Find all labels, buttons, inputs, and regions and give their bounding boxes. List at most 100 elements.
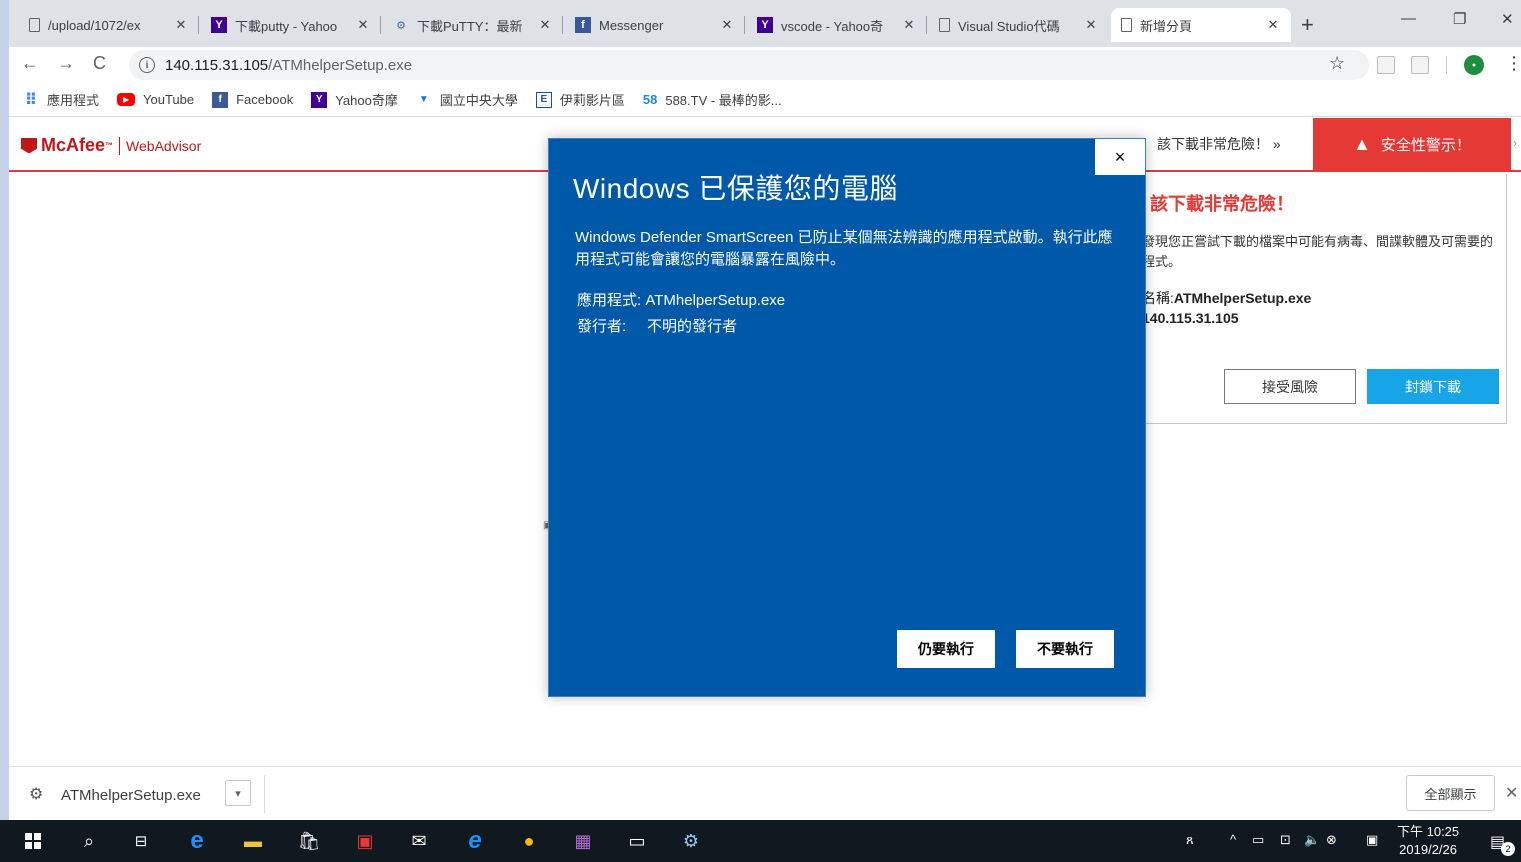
run-anyway-button[interactable]: 仍要執行 bbox=[897, 630, 995, 668]
pdf-extension-icon[interactable] bbox=[1411, 56, 1429, 74]
panel-title: 該下載非常危險！ bbox=[1150, 194, 1294, 215]
bookmark-ncu[interactable]: ▼ 國立中央大學 bbox=[416, 90, 518, 109]
apps-grid-icon: ⠿ bbox=[24, 91, 38, 109]
bookmark-iri[interactable]: E 伊莉影片區 bbox=[535, 90, 625, 109]
facebook-icon: f bbox=[575, 17, 591, 33]
internet-explorer-icon[interactable]: e bbox=[462, 827, 488, 854]
close-tab-icon[interactable]: ✕ bbox=[1265, 17, 1281, 33]
588tv-icon: 58 bbox=[642, 92, 658, 107]
extension-icon[interactable] bbox=[1377, 56, 1395, 74]
task-view-icon[interactable]: ⊟ bbox=[128, 828, 154, 854]
gift-app-icon[interactable]: ▣ bbox=[352, 828, 378, 854]
restore-icon[interactable]: ❐ bbox=[1453, 10, 1466, 28]
file-explorer-icon[interactable]: ▬ bbox=[240, 828, 266, 854]
command-prompt-icon[interactable]: ▭ bbox=[624, 828, 650, 854]
profile-avatar[interactable]: ● bbox=[1464, 55, 1484, 75]
search-icon[interactable]: ⌕ bbox=[76, 828, 102, 854]
close-tab-icon[interactable]: ✕ bbox=[1083, 17, 1099, 33]
bookmark-facebook[interactable]: f Facebook bbox=[212, 91, 293, 108]
tab[interactable]: Y vscode - Yahoo奇 ✕ bbox=[747, 8, 927, 42]
bookmark-apps[interactable]: ⠿ 應用程式 bbox=[23, 90, 99, 109]
tab[interactable]: /upload/1072/ex ✕ bbox=[19, 8, 199, 42]
download-menu-chevron-icon[interactable]: ▾ bbox=[225, 780, 251, 806]
windows-taskbar: ⌕ ⊟ e ▬ 🛍 ▣ ✉ e ● ▦ ▭ ⚙ ጸ ^ ▭ ⊡ 🔈 ⊗ ▣ 下午… bbox=[0, 820, 1521, 862]
mail-icon[interactable]: ✉ bbox=[406, 828, 432, 854]
accept-risk-button[interactable]: 接受風險 bbox=[1224, 369, 1356, 404]
url-host: 140.115.31.105 bbox=[165, 56, 269, 74]
warning-icon: ▲ bbox=[1353, 134, 1371, 154]
network-icon[interactable]: ⊡ bbox=[1280, 832, 1291, 848]
tab[interactable]: ⚙ 下載PuTTY：最新 ✕ bbox=[383, 8, 563, 42]
iri-icon: E bbox=[535, 91, 552, 108]
mcafee-warning-panel: 該下載非常危險！ 發現您正嘗試下載的檔案中可能有病毒、間諜軟體及可需要的程式。 … bbox=[1129, 174, 1507, 424]
ncu-icon: ▼ bbox=[418, 94, 429, 105]
status-x-icon[interactable]: ⊗ bbox=[1326, 832, 1337, 848]
document-icon bbox=[1121, 18, 1132, 32]
tab[interactable]: Y 下載putty - Yahoo ✕ bbox=[201, 8, 381, 42]
people-icon[interactable]: ጸ bbox=[1186, 832, 1194, 848]
dont-run-button[interactable]: 不要執行 bbox=[1016, 630, 1114, 668]
dialog-message: Windows Defender SmartScreen 已防止某個無法辨識的應… bbox=[575, 229, 1113, 268]
tab-title: vscode - Yahoo奇 bbox=[781, 18, 884, 34]
menu-kebab-icon[interactable]: ⋮ bbox=[1505, 53, 1521, 74]
address-bar[interactable]: i 140.115.31.105/ATMhelperSetup.exe bbox=[129, 50, 1369, 80]
smartscreen-dialog: × Windows 已保護您的電腦 Windows Defender Smart… bbox=[548, 138, 1146, 697]
show-hidden-icons-chevron[interactable]: ^ bbox=[1230, 832, 1236, 847]
yahoo-icon: Y bbox=[757, 17, 773, 33]
battery-icon[interactable]: ▭ bbox=[1252, 832, 1264, 848]
yahoo-icon: Y bbox=[211, 17, 227, 33]
bookmark-star-icon[interactable]: ☆ bbox=[1329, 53, 1345, 74]
installer-file-icon: ⚙ bbox=[29, 786, 44, 803]
dialog-close-button[interactable]: × bbox=[1095, 139, 1145, 175]
dialog-publisher-row: 發行者: 不明的發行者 bbox=[577, 318, 738, 335]
bookmark-588tv[interactable]: 58 588.TV - 最棒的影... bbox=[643, 90, 782, 109]
minimize-icon[interactable]: — bbox=[1401, 10, 1416, 27]
putty-icon: ⚙ bbox=[396, 19, 406, 32]
youtube-icon: ▶ bbox=[117, 93, 136, 106]
chrome-icon[interactable]: ● bbox=[516, 828, 542, 854]
windows-start-icon[interactable] bbox=[20, 828, 46, 854]
forward-icon[interactable]: → bbox=[57, 53, 75, 74]
url-path: /ATMhelperSetup.exe bbox=[268, 56, 413, 74]
reload-icon[interactable]: C bbox=[93, 53, 106, 74]
tab[interactable]: f Messenger ✕ bbox=[565, 8, 745, 42]
mcafee-banner-message[interactable]: 該下載非常危險！ » bbox=[1157, 134, 1281, 154]
close-tab-icon[interactable]: ✕ bbox=[537, 17, 553, 33]
new-tab-icon[interactable]: + bbox=[1301, 12, 1314, 38]
ime-icon[interactable]: ▣ bbox=[1366, 832, 1378, 848]
mcafee-shield-icon bbox=[21, 137, 37, 154]
notification-count-badge: 2 bbox=[1501, 842, 1515, 856]
bookmarks-bar: ⠿ 應用程式 ▶ YouTube f Facebook Y Yahoo奇摩 ▼ 國立中央大… bbox=[9, 83, 1521, 117]
panel-file-info: 名稱:ATMhelperSetup.exe 140.115.31.105 bbox=[1142, 290, 1312, 326]
close-tab-icon[interactable]: ✕ bbox=[173, 17, 189, 33]
bookmark-yahoo[interactable]: Y Yahoo奇摩 bbox=[311, 90, 398, 109]
tab-active[interactable]: 新增分頁 ✕ bbox=[1111, 8, 1291, 42]
panel-body: 發現您正嘗試下載的檔案中可能有病毒、間諜軟體及可需要的程式。 bbox=[1142, 234, 1494, 269]
block-download-button[interactable]: 封鎖下載 bbox=[1367, 369, 1499, 404]
app-shortcut-icon[interactable]: ▦ bbox=[570, 828, 596, 854]
tab-strip: /upload/1072/ex ✕ Y 下載putty - Yahoo ✕ ⚙ … bbox=[9, 0, 1521, 47]
store-icon[interactable]: 🛍 bbox=[296, 828, 322, 854]
collapse-arrow-icon[interactable]: › bbox=[1513, 136, 1517, 150]
security-alert-tab[interactable]: ▲ 安全性警示！ bbox=[1313, 118, 1511, 171]
volume-icon[interactable]: 🔈 bbox=[1304, 832, 1320, 848]
taskbar-clock[interactable]: 下午 10:25 2019/2/26 bbox=[1397, 823, 1459, 859]
close-tab-icon[interactable]: ✕ bbox=[355, 17, 371, 33]
close-tab-icon[interactable]: ✕ bbox=[901, 17, 917, 33]
close-tab-icon[interactable]: ✕ bbox=[719, 17, 735, 33]
document-icon bbox=[29, 18, 40, 32]
edge-icon[interactable]: e bbox=[184, 827, 210, 854]
tab[interactable]: Visual Studio代碼 ✕ bbox=[929, 8, 1109, 42]
info-icon[interactable]: i bbox=[139, 57, 155, 73]
window-close-icon[interactable]: ✕ bbox=[1501, 10, 1514, 28]
browser-toolbar: ← → C i 140.115.31.105/ATMhelperSetup.ex… bbox=[9, 47, 1521, 83]
document-icon bbox=[939, 18, 950, 32]
back-icon[interactable]: ← bbox=[21, 53, 39, 74]
putty-taskbar-icon[interactable]: ⚙ bbox=[678, 828, 704, 854]
bookmark-youtube[interactable]: ▶ YouTube bbox=[117, 92, 194, 107]
download-item[interactable]: ATMhelperSetup.exe bbox=[61, 787, 201, 804]
dialog-title: Windows 已保護您的電腦 bbox=[573, 173, 898, 204]
tab-title: 下載PuTTY：最新 bbox=[417, 18, 523, 34]
close-shelf-icon[interactable]: ✕ bbox=[1505, 783, 1518, 803]
show-all-button[interactable]: 全部顯示 bbox=[1406, 775, 1495, 811]
